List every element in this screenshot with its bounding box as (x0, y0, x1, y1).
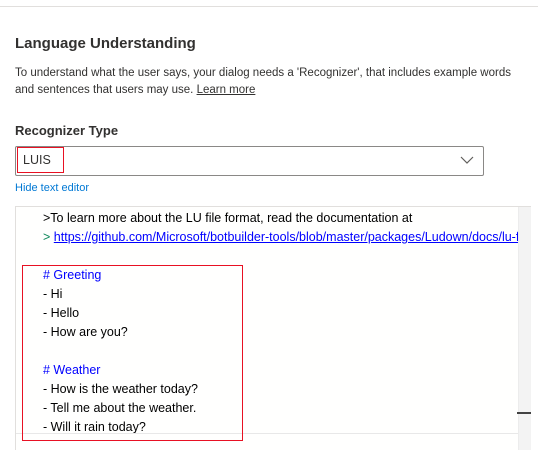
description-text: To understand what the user says, your d… (15, 67, 511, 96)
editor-line-greeting-2: - Hello (43, 306, 80, 320)
editor-line-greeting-heading: # Greeting (43, 268, 102, 282)
section-description: To understand what the user says, your d… (15, 65, 530, 99)
editor-current-line-rule (16, 433, 518, 434)
learn-more-link[interactable]: Learn more (197, 84, 256, 96)
lu-text-editor[interactable]: >To learn more about the LU file format,… (15, 206, 531, 450)
editor-line-greeting-1: - Hi (43, 287, 63, 301)
top-divider (0, 6, 538, 7)
dialog-properties-panel: Language Understanding To understand wha… (0, 0, 538, 450)
scrollbar-position-marker (517, 412, 531, 414)
lu-docs-url[interactable]: https://github.com/Microsoft/botbuilder-… (54, 230, 531, 244)
editor-line-greeting-3: - How are you? (43, 325, 128, 339)
editor-line-intro: >To learn more about the LU file format,… (43, 211, 413, 225)
recognizer-type-label: Recognizer Type (15, 123, 119, 138)
editor-line-weather-heading: # Weather (43, 363, 101, 377)
editor-line-weather-3: - Will it rain today? (43, 420, 146, 434)
url-prefix: > (43, 230, 51, 244)
chevron-down-icon (460, 156, 474, 164)
editor-line-weather-1: - How is the weather today? (43, 382, 198, 396)
editor-line-weather-2: - Tell me about the weather. (43, 401, 197, 415)
section-title: Language Understanding (15, 35, 196, 52)
editor-line-url: > https://github.com/Microsoft/botbuilde… (43, 228, 531, 247)
recognizer-type-value: LUIS (23, 153, 51, 167)
recognizer-type-dropdown[interactable]: LUIS (15, 146, 484, 176)
hide-text-editor-link[interactable]: Hide text editor (15, 182, 89, 194)
